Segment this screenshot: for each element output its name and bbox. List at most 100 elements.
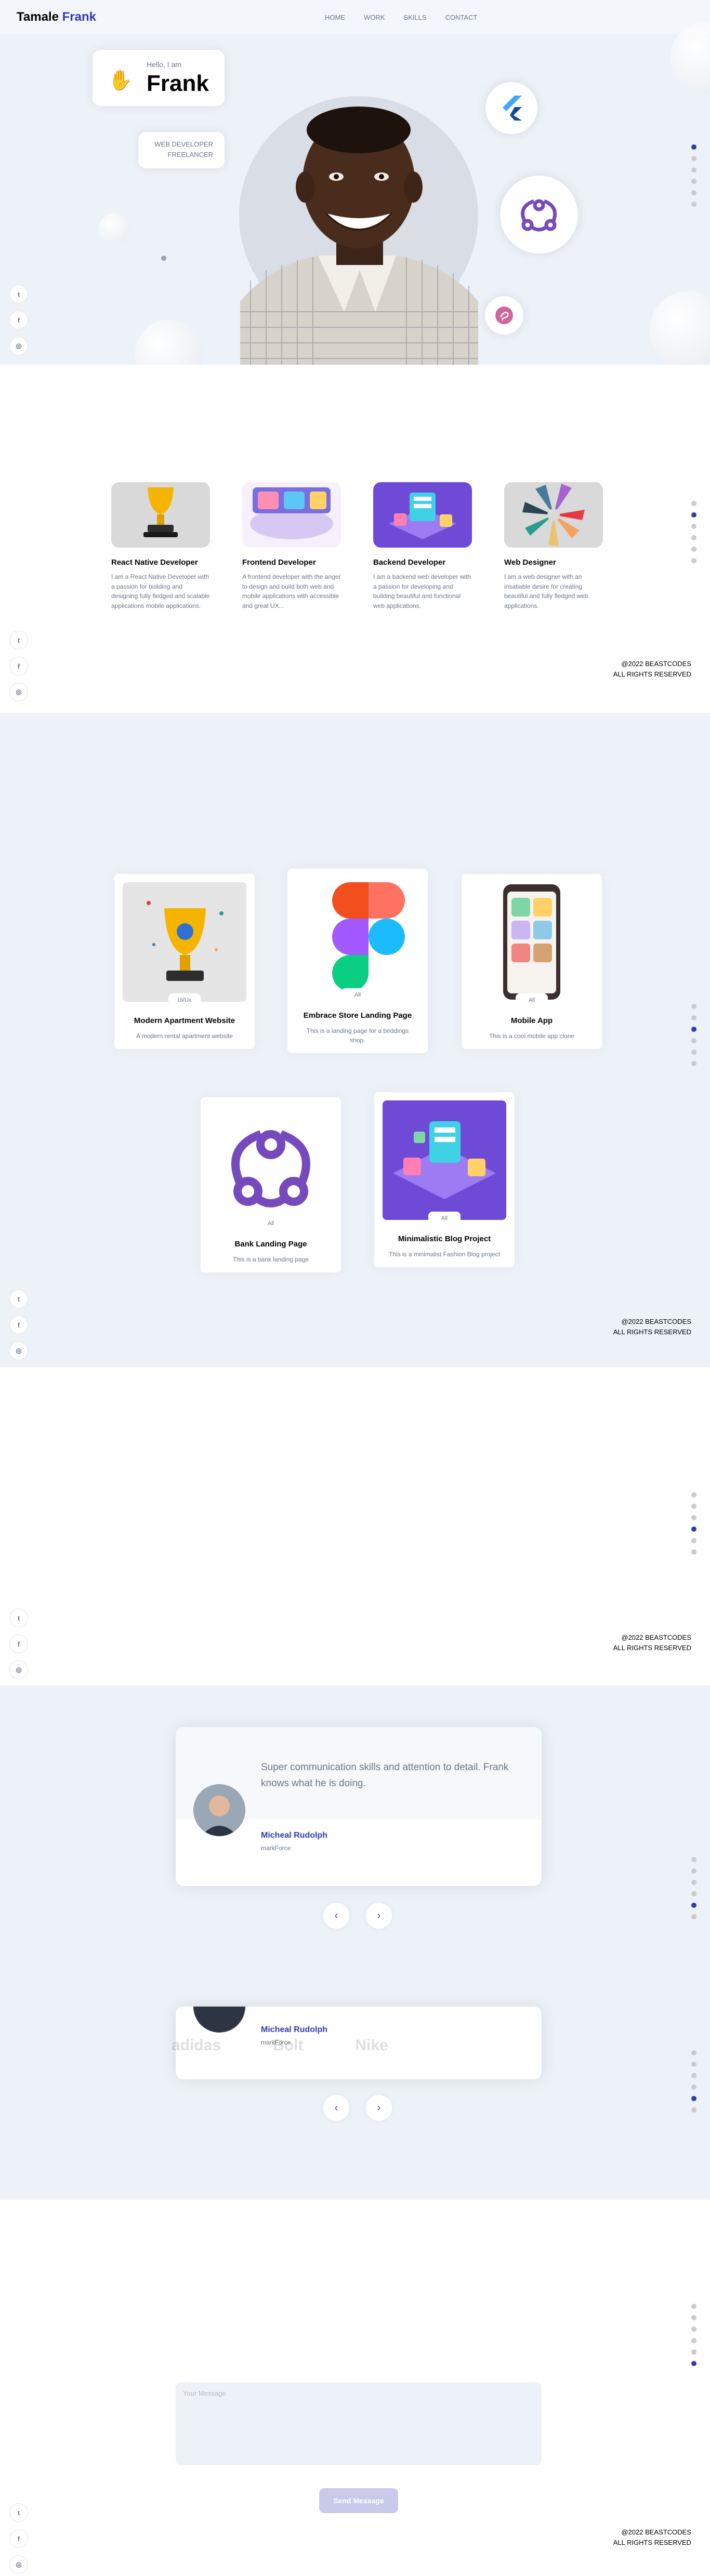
project-image-apartment: Ui/Ux — [123, 882, 246, 1002]
about-card: Frontend Developer A frontend developer … — [242, 482, 341, 610]
prev-button[interactable]: ‹ — [323, 2095, 349, 2121]
nav-dot[interactable] — [691, 2062, 696, 2067]
nav-dot[interactable] — [691, 2338, 696, 2343]
facebook-icon[interactable]: f — [9, 311, 28, 329]
nav-dot[interactable] — [691, 167, 696, 172]
nav-dot[interactable] — [691, 2304, 696, 2309]
facebook-icon[interactable]: f — [9, 1316, 28, 1334]
nav-dot[interactable] — [691, 1050, 696, 1055]
section-dots — [691, 1857, 696, 1919]
nav-skills[interactable]: SKILLS — [403, 14, 426, 21]
nav-dot[interactable] — [691, 1891, 696, 1896]
nav-dot[interactable] — [691, 1027, 696, 1032]
nav-dot[interactable] — [691, 156, 696, 161]
project-card[interactable]: All Bank Landing Page This is a bank lan… — [201, 1097, 341, 1272]
about-desc: I am a web designer with an insatiable d… — [504, 573, 588, 609]
nav-dot[interactable] — [691, 501, 696, 506]
nav-dot[interactable] — [691, 190, 696, 195]
nav-dot[interactable] — [691, 2096, 696, 2101]
project-title: Minimalistic Blog Project — [398, 1234, 491, 1243]
copyright: @2022 BEASTCODES ALL RIGHTS RESERVED — [587, 2527, 691, 2547]
nav-dot[interactable] — [691, 2327, 696, 2332]
nav-dot[interactable] — [691, 1857, 696, 1862]
brand-logo: adidas — [172, 2037, 221, 2054]
instagram-icon[interactable]: ◎ — [9, 1661, 28, 1679]
nav-dot[interactable] — [691, 558, 696, 563]
role-badge: WEB DEVELOPER FREELANCER — [138, 132, 225, 168]
nav-dot[interactable] — [691, 524, 696, 529]
next-button[interactable]: › — [366, 1903, 392, 1929]
nav-dot[interactable] — [691, 1038, 696, 1043]
nav-dot[interactable] — [691, 1515, 696, 1520]
nav-dot[interactable] — [691, 1880, 696, 1885]
nav-dot[interactable] — [691, 1914, 696, 1919]
navbar: Tamale Frank HOME WORK SKILLS CONTACT — [0, 0, 710, 34]
project-image-blog: All — [383, 1100, 506, 1220]
twitter-icon[interactable]: t — [9, 1290, 28, 1308]
nav-dot[interactable] — [691, 2361, 696, 2366]
send-message-button[interactable]: Send Message — [319, 2488, 398, 2513]
project-title: Modern Apartment Website — [134, 1016, 235, 1025]
nav-work[interactable]: WORK — [364, 14, 385, 21]
instagram-icon[interactable]: ◎ — [9, 683, 28, 701]
project-tag: All — [341, 988, 374, 997]
avatar — [193, 1784, 245, 1836]
project-image-mobile: All — [470, 882, 594, 1002]
about-card: Web Designer I am a web designer with an… — [504, 482, 603, 610]
nav-dot[interactable] — [691, 1015, 696, 1020]
nav-dot[interactable] — [691, 1903, 696, 1908]
copyright-line-1: @2022 BEASTCODES — [621, 660, 691, 668]
nav-dot[interactable] — [691, 512, 696, 517]
twitter-icon[interactable]: t — [9, 285, 28, 303]
about-title: React Native Developer — [111, 558, 198, 567]
nav-dot[interactable] — [691, 202, 696, 207]
nav-dot[interactable] — [691, 2050, 696, 2055]
nav-contact[interactable]: CONTACT — [445, 14, 478, 21]
twitter-icon[interactable]: t — [9, 631, 28, 649]
twitter-icon[interactable]: t — [9, 2503, 28, 2522]
message-textarea[interactable]: Your Message — [176, 2382, 542, 2465]
instagram-icon[interactable]: ◎ — [9, 337, 28, 355]
nav-dot[interactable] — [691, 1492, 696, 1497]
logo[interactable]: Tamale Frank — [17, 10, 96, 24]
prev-button[interactable]: ‹ — [323, 1903, 349, 1929]
nav-dot[interactable] — [691, 179, 696, 184]
nav-dot[interactable] — [691, 1868, 696, 1874]
nav-home[interactable]: HOME — [325, 14, 345, 21]
nav-dot[interactable] — [691, 1526, 696, 1532]
nav-dot[interactable] — [691, 2073, 696, 2078]
nav-dot[interactable] — [691, 535, 696, 540]
nav-dot[interactable] — [691, 1061, 696, 1066]
social-links: t f ◎ — [9, 631, 28, 701]
project-card[interactable]: All Embrace Store Landing Page This is a… — [287, 869, 428, 1053]
about-desc: I am a backend web developer with a pass… — [373, 573, 471, 609]
nav-dot[interactable] — [691, 2084, 696, 2090]
facebook-icon[interactable]: f — [9, 657, 28, 675]
facebook-icon[interactable]: f — [9, 1635, 28, 1653]
next-button[interactable]: › — [366, 2095, 392, 2121]
nav-dot[interactable] — [691, 2349, 696, 2355]
testimonial-name: Micheal Rudolph — [261, 2025, 327, 2034]
flutter-icon — [485, 82, 537, 134]
project-image-figma: All — [296, 877, 419, 997]
nav-dot[interactable] — [691, 547, 696, 552]
testimonial-card: Super communication skills and attention… — [176, 1727, 542, 1886]
nav-dot[interactable] — [691, 2315, 696, 2320]
project-card[interactable]: All Minimalistic Blog Project This is a … — [374, 1092, 515, 1267]
facebook-icon[interactable]: f — [9, 2529, 28, 2548]
nav-dot[interactable] — [691, 1504, 696, 1509]
section-dots — [691, 144, 696, 207]
role-line-2: FREELANCER — [167, 150, 213, 158]
project-card[interactable]: All Mobile App This is a cool mobile app… — [462, 874, 602, 1049]
nav-dot[interactable] — [691, 2107, 696, 2113]
instagram-icon[interactable]: ◎ — [9, 2555, 28, 2574]
about-image-trophy — [111, 482, 210, 548]
project-card[interactable]: Ui/Ux Modern Apartment Website A modern … — [114, 874, 255, 1049]
nav-dot[interactable] — [691, 1549, 696, 1555]
nav-dot[interactable] — [691, 1538, 696, 1543]
instagram-icon[interactable]: ◎ — [9, 1342, 28, 1360]
nav-dot[interactable] — [691, 1004, 696, 1009]
nav-dot[interactable] — [691, 144, 696, 150]
social-links: t f ◎ — [9, 1609, 28, 1679]
twitter-icon[interactable]: t — [9, 1609, 28, 1627]
